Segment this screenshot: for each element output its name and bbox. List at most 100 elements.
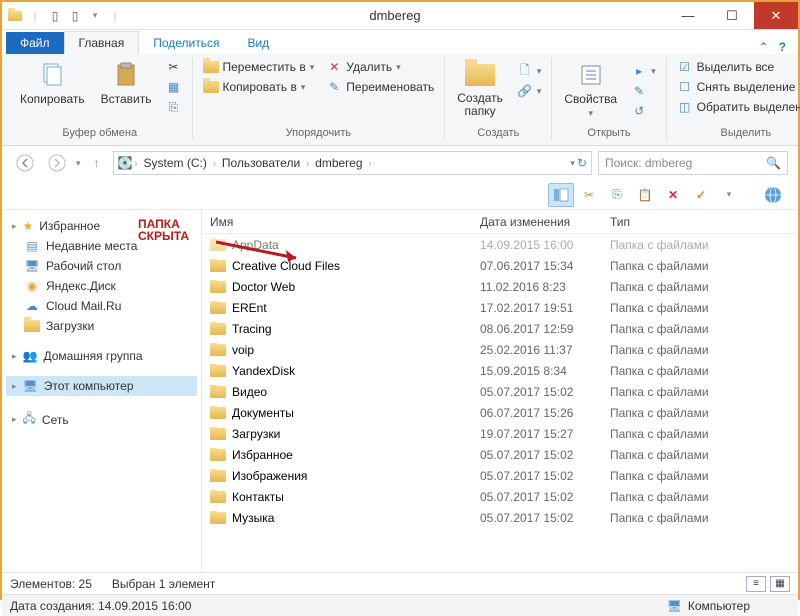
refresh-icon[interactable]: ↻	[577, 156, 587, 170]
homegroup-header[interactable]: ▸👥Домашняя группа	[6, 346, 197, 366]
col-name[interactable]: Имя	[202, 215, 472, 229]
tb-dropdown-button[interactable]: ▾	[716, 183, 742, 207]
tab-file[interactable]: Файл	[6, 32, 64, 54]
table-row[interactable]: Doctor Web11.02.2016 8:23Папка с файлами	[202, 276, 798, 297]
close-button[interactable]: ✕	[754, 2, 798, 29]
up-button[interactable]: ↑	[87, 150, 107, 176]
file-name: Загрузки	[232, 427, 280, 441]
col-type[interactable]: Тип	[602, 215, 798, 229]
table-row[interactable]: voip25.02.2016 11:37Папка с файлами	[202, 339, 798, 360]
file-type: Папка с файлами	[602, 280, 798, 294]
breadcrumb-seg-2[interactable]: Пользователи	[218, 154, 304, 172]
sidebar-yandex[interactable]: ◉Яндекс.Диск	[6, 276, 197, 296]
select-none-button[interactable]: ☐Снять выделение	[673, 78, 800, 96]
invert-selection-button[interactable]: ◫Обратить выделение	[673, 98, 800, 116]
paste-shortcut-icon: ⎘	[166, 99, 182, 115]
select-all-icon: ☑	[677, 59, 693, 75]
help-icon[interactable]: ?	[779, 40, 786, 54]
table-row[interactable]: Видео05.07.2017 15:02Папка с файлами	[202, 381, 798, 402]
this-pc-header[interactable]: ▸🖥Этот компьютер	[6, 376, 197, 396]
copy-to-icon	[203, 79, 219, 95]
status-bar: Элементов: 25 Выбран 1 элемент ≡ ▦	[2, 572, 798, 594]
file-name: voip	[232, 343, 254, 357]
easy-access-button[interactable]: 🔗▾	[513, 82, 546, 100]
tb-cut-button[interactable]: ✂	[576, 183, 602, 207]
search-input[interactable]: Поиск: dmbereg 🔍	[598, 151, 788, 175]
col-date[interactable]: Дата изменения	[472, 215, 602, 229]
tb-check-button[interactable]: ✓	[688, 183, 714, 207]
maximize-button[interactable]: ☐	[710, 2, 754, 29]
view-details-button[interactable]: ≡	[746, 576, 766, 592]
file-type: Папка с файлами	[602, 469, 798, 483]
recent-dropdown-icon[interactable]: ▾	[76, 158, 81, 169]
rename-button[interactable]: ✎Переименовать	[322, 78, 438, 96]
clipboard-group-label: Буфер обмена	[62, 125, 137, 141]
sidebar-mailru[interactable]: ☁Cloud Mail.Ru	[6, 296, 197, 316]
file-date: 19.07.2017 15:27	[472, 427, 602, 441]
table-row[interactable]: Избранное05.07.2017 15:02Папка с файлами	[202, 444, 798, 465]
qat-icon-2[interactable]: ▯	[66, 7, 84, 25]
address-dropdown-icon[interactable]: ▾	[570, 158, 575, 169]
paste-shortcut-button[interactable]: ⎘	[162, 98, 186, 116]
new-item-button[interactable]: 🗋▾	[513, 62, 546, 80]
copy-path-button[interactable]: ▦	[162, 78, 186, 96]
tb-paste-button[interactable]: 📋	[632, 183, 658, 207]
computer-label: Компьютер	[688, 599, 750, 613]
address-bar[interactable]: 💽 › System (C:) › Пользователи › dmbereg…	[113, 151, 592, 175]
tb-delete-button[interactable]: ✕	[660, 183, 686, 207]
sidebar-downloads[interactable]: Загрузки	[6, 316, 197, 336]
tab-home[interactable]: Главная	[64, 31, 140, 54]
table-row[interactable]: Изображения05.07.2017 15:02Папка с файла…	[202, 465, 798, 486]
file-date: 11.02.2016 8:23	[472, 280, 602, 294]
copy-button[interactable]: Копировать	[14, 58, 91, 108]
file-date: 05.07.2017 15:02	[472, 469, 602, 483]
table-row[interactable]: YandexDisk15.09.2015 8:34Папка с файлами	[202, 360, 798, 381]
downloads-icon	[24, 319, 40, 333]
sidebar-desktop[interactable]: 🖥Рабочий стол	[6, 256, 197, 276]
copy-to-button[interactable]: Копировать в ▾	[199, 78, 319, 96]
cut-button[interactable]: ✂	[162, 58, 186, 76]
properties-icon	[575, 60, 607, 90]
tab-share[interactable]: Поделиться	[139, 32, 233, 54]
select-all-button[interactable]: ☑Выделить все	[673, 58, 800, 76]
minimize-button[interactable]: —	[666, 2, 710, 29]
ribbon-collapse-icon[interactable]: ⌃	[759, 40, 769, 54]
properties-button[interactable]: Свойства ▾	[558, 58, 623, 121]
table-row[interactable]: EREnt17.02.2017 19:51Папка с файлами	[202, 297, 798, 318]
tb-layout-button[interactable]	[548, 183, 574, 207]
new-item-icon: 🗋	[517, 63, 533, 79]
breadcrumb-seg-1[interactable]: System (C:)	[139, 154, 210, 172]
delete-button[interactable]: ✕Удалить ▾	[322, 58, 438, 76]
qat-icon-1[interactable]: ▯	[46, 7, 64, 25]
paste-button[interactable]: Вставить	[95, 58, 158, 108]
edit-button[interactable]: ✎	[627, 82, 660, 100]
file-name: Избранное	[232, 448, 293, 462]
folder-icon	[210, 385, 226, 399]
file-date: 05.07.2017 15:02	[472, 448, 602, 462]
folder-qat-icon[interactable]	[6, 7, 24, 25]
history-button[interactable]: ↺	[627, 102, 660, 120]
open-button[interactable]: ▸▾	[627, 62, 660, 80]
table-row[interactable]: Контакты05.07.2017 15:02Папка с файлами	[202, 486, 798, 507]
view-icons-button[interactable]: ▦	[770, 576, 790, 592]
delete-icon: ✕	[326, 59, 342, 75]
table-row[interactable]: Музыка05.07.2017 15:02Папка с файлами	[202, 507, 798, 528]
table-row[interactable]: Tracing08.06.2017 12:59Папка с файлами	[202, 318, 798, 339]
back-button[interactable]	[12, 150, 38, 176]
qat-dropdown-icon[interactable]: ▾	[86, 7, 104, 25]
breadcrumb-seg-3[interactable]: dmbereg	[311, 154, 366, 172]
tab-view[interactable]: Вид	[233, 32, 283, 54]
star-icon: ★	[23, 219, 34, 233]
new-folder-button[interactable]: Создать папку	[451, 58, 509, 120]
file-date: 05.07.2017 15:02	[472, 511, 602, 525]
tb-globe-button[interactable]	[760, 183, 786, 207]
forward-button[interactable]	[44, 150, 70, 176]
table-row[interactable]: Загрузки19.07.2017 15:27Папка с файлами	[202, 423, 798, 444]
file-type: Папка с файлами	[602, 343, 798, 357]
tb-copy-button[interactable]: ⎘	[604, 183, 630, 207]
network-header[interactable]: ▸🖧Сеть	[6, 406, 197, 433]
main-area: ▸★Избранное ▤Недавние места 🖥Рабочий сто…	[2, 210, 798, 572]
move-to-button[interactable]: Переместить в ▾	[199, 58, 319, 76]
yandex-icon: ◉	[24, 279, 40, 293]
table-row[interactable]: Документы06.07.2017 15:26Папка с файлами	[202, 402, 798, 423]
